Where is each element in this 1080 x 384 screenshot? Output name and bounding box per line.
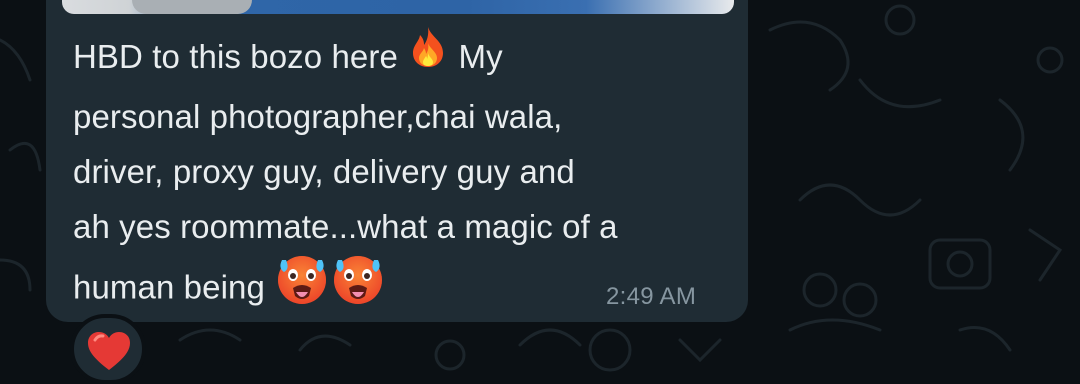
attached-photo[interactable] xyxy=(62,0,734,14)
photo-detail xyxy=(132,0,252,14)
message-line-5-text: human being xyxy=(73,269,265,306)
fire-emoji-icon xyxy=(407,25,449,85)
message-line-4: ah yes roommate...what a magic of a xyxy=(73,208,618,246)
message-line-2: personal photographer,chai wala, xyxy=(73,98,563,136)
message-line-1-text: HBD to this bozo here xyxy=(73,38,398,75)
message-timestamp: 2:49 AM xyxy=(606,283,697,310)
reaction-badge[interactable] xyxy=(70,314,146,384)
red-heart-icon xyxy=(88,332,130,370)
message-line-1: HBD to this bozo here My xyxy=(73,27,723,89)
hot-face-emoji-icon-2 xyxy=(330,250,386,322)
message-line-3: driver, proxy guy, delivery guy and xyxy=(73,153,575,191)
message-text: HBD to this bozo here My personal photog… xyxy=(73,27,723,326)
message-line-1-tail: My xyxy=(458,38,503,75)
hot-face-emoji-icon xyxy=(274,250,330,322)
